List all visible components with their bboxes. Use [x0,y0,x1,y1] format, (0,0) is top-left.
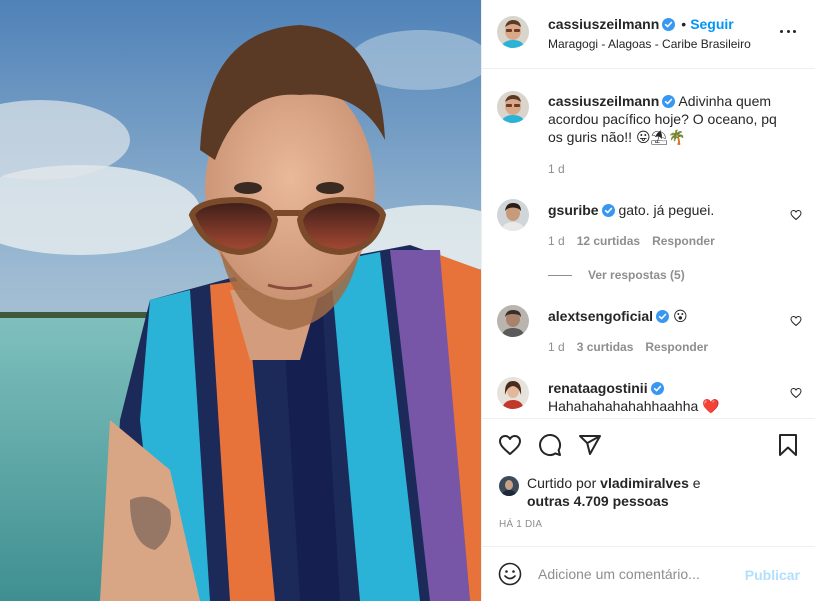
comment-likes[interactable]: 12 curtidas [577,234,640,248]
more-options-icon[interactable] [780,30,796,34]
view-replies-label: Ver respostas (5) [588,268,685,282]
heart-icon[interactable] [498,433,522,457]
send-icon[interactable] [578,433,602,457]
reply-button[interactable]: Responder [645,340,708,354]
heart-icon[interactable] [790,387,802,399]
comment-username[interactable]: gsuribe [548,202,599,218]
comment-username[interactable]: alextsengoficial [548,308,653,324]
post-modal: cassiuszeilmann • Seguir Maragogi - Alagoa… [0,0,815,601]
follow-button[interactable]: Seguir [690,16,734,32]
comment-time[interactable]: 1 d [548,234,565,248]
author-avatar[interactable] [497,16,529,48]
liked-by-text: Curtido por vladimiralves e outras 4.709… [527,474,797,510]
comment-avatar[interactable] [497,377,529,409]
post-location[interactable]: Maragogi - Alagoas - Caribe Brasileiro [548,37,751,51]
comment-avatar[interactable] [497,199,529,231]
comment-time[interactable]: 1 d [548,340,565,354]
post-actions: Curtido por vladimiralves e outras 4.709… [482,418,815,546]
bookmark-icon[interactable] [776,433,800,457]
caption-avatar[interactable] [497,91,529,123]
comment-meta: 1 d 3 curtidas Responder [548,340,708,354]
post-photo[interactable] [0,0,481,601]
comments-list[interactable]: cassiuszeilmann Adivinha quem acordou pa… [482,69,815,417]
heart-icon[interactable] [790,209,802,221]
liker-username[interactable]: vladimiralves [600,475,689,491]
verified-badge-icon [656,310,670,323]
comment-avatar[interactable] [497,305,529,337]
comment-text-block: renataagostinii Hahahahahahahhaahha ❤️ [548,379,786,415]
liker-avatar[interactable] [499,476,519,496]
post-side-panel: cassiuszeilmann • Seguir Maragogi - Alagoa… [481,0,815,601]
comment-text: gato. já peguei. [618,202,715,218]
verified-badge-icon [662,18,676,31]
others-likes-link[interactable]: outras 4.709 pessoas [527,493,669,509]
replies-divider [548,274,572,276]
view-replies-button[interactable]: Ver respostas (5) [548,268,685,282]
comment-likes[interactable]: 3 curtidas [577,340,634,354]
emoji-icon[interactable] [498,562,522,586]
caption-text-block: cassiuszeilmann Adivinha quem acordou pa… [548,92,786,146]
verified-badge-icon [650,382,664,395]
heart-icon[interactable] [790,315,802,327]
verified-badge-icon [662,95,676,108]
add-comment-bar: Publicar [482,546,815,601]
separator-dot: • [681,16,687,32]
post-header: cassiuszeilmann • Seguir Maragogi - Alagoa… [482,0,815,69]
caption-time[interactable]: 1 d [548,162,565,176]
comment-username[interactable]: renataagostinii [548,380,648,396]
comment-input[interactable] [538,561,738,587]
verified-badge-icon [601,204,615,217]
liked-by-conj: e [692,475,701,491]
publish-button[interactable]: Publicar [745,567,800,583]
comment-text-block: alextsengoficial 😮 [548,307,786,325]
comment-text: 😮 [672,308,688,324]
comment-text: Hahahahahahahhaahha ❤️ [548,398,720,414]
author-username[interactable]: cassiuszeilmann [548,16,659,32]
comment-text-block: gsuribe gato. já peguei. [548,201,786,219]
caption-username[interactable]: cassiuszeilmann [548,93,659,109]
comment-icon[interactable] [538,433,562,457]
reply-button[interactable]: Responder [652,234,715,248]
post-timestamp[interactable]: HÁ 1 DIA [499,519,542,530]
liked-by-prefix: Curtido por [527,475,597,491]
comment-meta: 1 d 12 curtidas Responder [548,234,715,248]
